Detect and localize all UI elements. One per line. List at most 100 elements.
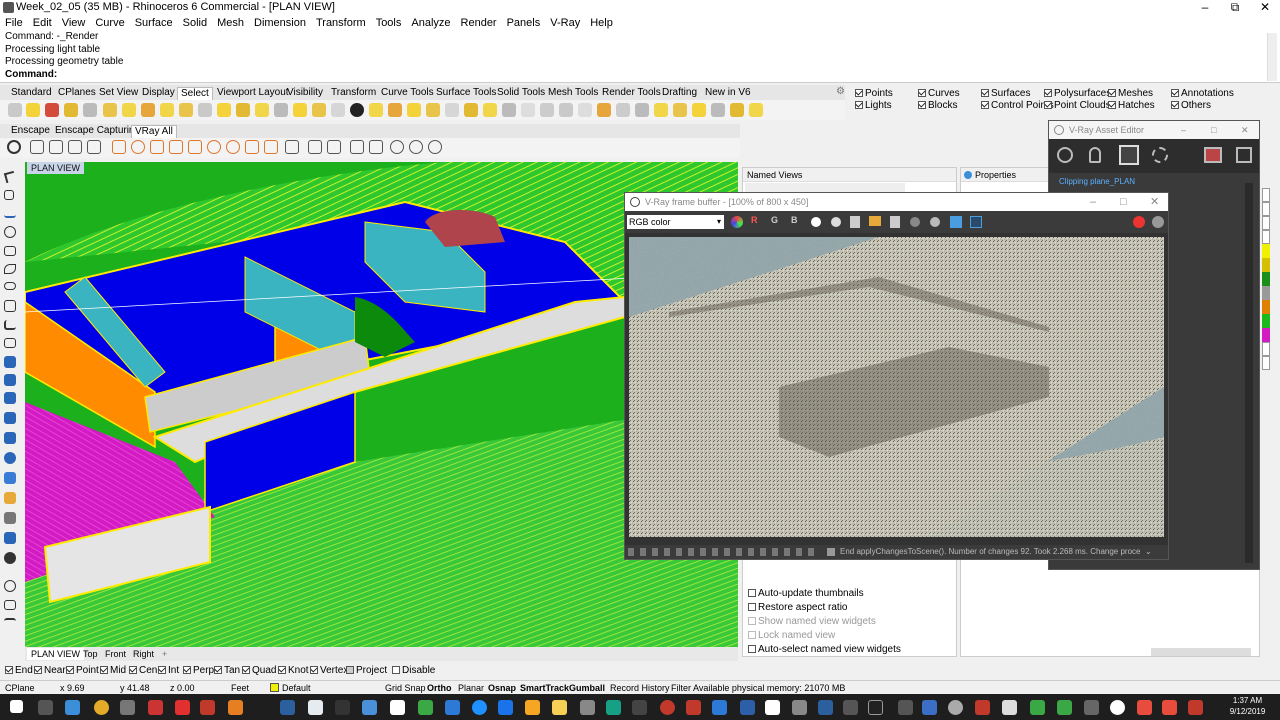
- loft-icon[interactable]: [4, 392, 16, 404]
- maximize-button[interactable]: □: [1120, 193, 1127, 211]
- alpha-icon[interactable]: [811, 217, 821, 227]
- tab-drafting[interactable]: Drafting: [659, 87, 700, 100]
- checkbox[interactable]: [242, 666, 250, 674]
- app-icon[interactable]: [418, 700, 433, 715]
- menu-file[interactable]: File: [0, 15, 28, 31]
- osnap-disable[interactable]: Disable: [392, 665, 435, 677]
- select-torus-icon[interactable]: [426, 103, 440, 117]
- checkbox[interactable]: [918, 89, 926, 97]
- red-channel-button[interactable]: R: [751, 215, 758, 225]
- ellipse-icon[interactable]: [4, 282, 16, 290]
- horizontal-scrollbar[interactable]: [1151, 648, 1251, 656]
- color-swatch[interactable]: [1262, 244, 1270, 258]
- text-icon[interactable]: [4, 618, 16, 628]
- select-color-icon[interactable]: [597, 103, 611, 117]
- point-icon[interactable]: [4, 190, 14, 200]
- tab-visibility[interactable]: Visibility: [284, 87, 326, 100]
- app-icon[interactable]: [335, 700, 350, 715]
- select-name-icon[interactable]: [635, 103, 649, 117]
- checkbox[interactable]: [346, 666, 354, 674]
- select-planar-icon[interactable]: [274, 103, 288, 117]
- render-elements-icon[interactable]: [1204, 147, 1222, 163]
- osnap-vertex[interactable]: Vertex: [310, 665, 348, 677]
- taskview-icon[interactable]: [38, 700, 53, 715]
- filter-hatches[interactable]: Hatches: [1108, 100, 1155, 112]
- lights-icon[interactable]: [1089, 147, 1101, 163]
- revit-icon[interactable]: [280, 700, 295, 715]
- tab-front[interactable]: Front: [101, 648, 130, 660]
- osnap-tan[interactable]: Tan: [214, 665, 240, 677]
- select-polysurfaces-icon[interactable]: [83, 103, 97, 117]
- checkbox[interactable]: [748, 603, 756, 611]
- filter-polysurfaces[interactable]: Polysurfaces: [1044, 88, 1111, 100]
- close-button[interactable]: ✕: [1150, 193, 1159, 211]
- app-icon[interactable]: [120, 700, 135, 715]
- select-annotations-icon[interactable]: [160, 103, 174, 117]
- cloud-render-icon[interactable]: [87, 140, 101, 154]
- asset-item[interactable]: Clipping plane_PLAN: [1059, 177, 1135, 186]
- app-icon[interactable]: [975, 700, 990, 715]
- cylinder-icon[interactable]: [4, 432, 16, 444]
- app-icon[interactable]: [445, 700, 460, 715]
- checkbox[interactable]: [1108, 101, 1116, 109]
- tab-select[interactable]: Select: [177, 87, 213, 100]
- select-cylinder-icon[interactable]: [445, 103, 459, 117]
- select-arcs-icon[interactable]: [331, 103, 345, 117]
- smarttrack-toggle[interactable]: SmartTrack: [520, 682, 569, 694]
- compare-icon[interactable]: [970, 216, 982, 228]
- tab-solid-tools[interactable]: Solid Tools: [494, 87, 548, 100]
- select-extrusion-icon[interactable]: [464, 103, 478, 117]
- menu-transform[interactable]: Transform: [311, 15, 371, 31]
- offset-icon[interactable]: [4, 338, 16, 348]
- menu-solid[interactable]: Solid: [178, 15, 212, 31]
- chrome-icon[interactable]: [94, 700, 109, 715]
- checkbox[interactable]: [748, 645, 756, 653]
- menu-tools[interactable]: Tools: [371, 15, 407, 31]
- fillet-icon[interactable]: [4, 320, 16, 330]
- geometry-icon[interactable]: [1119, 145, 1139, 165]
- select-history-icon[interactable]: [711, 103, 725, 117]
- lens-icon[interactable]: [930, 217, 940, 227]
- tab-mesh-tools[interactable]: Mesh Tools: [545, 87, 601, 100]
- viewport-label[interactable]: PLAN VIEW: [27, 162, 85, 174]
- select-children-icon[interactable]: [730, 103, 744, 117]
- current-layer[interactable]: Default: [282, 682, 311, 694]
- color-swatch[interactable]: [1262, 314, 1270, 328]
- proxy-import-icon[interactable]: [327, 140, 341, 154]
- blue-channel-button[interactable]: B: [791, 215, 798, 225]
- planar-toggle[interactable]: Planar: [458, 682, 484, 694]
- units-label[interactable]: Feet: [231, 682, 249, 694]
- checkbox[interactable]: [5, 666, 13, 674]
- clock-date[interactable]: 9/12/2019: [1225, 707, 1270, 716]
- osnap-knot[interactable]: Knot: [278, 665, 309, 677]
- app-icon[interactable]: [606, 700, 621, 715]
- filter-annotations[interactable]: Annotations: [1171, 88, 1234, 100]
- select-all-icon[interactable]: [8, 103, 22, 117]
- track-mouse-icon[interactable]: [910, 217, 920, 227]
- clock-time[interactable]: 1:37 AM: [1225, 696, 1270, 705]
- load-icon[interactable]: [869, 216, 881, 226]
- tab-vray-all[interactable]: VRay All: [131, 125, 177, 138]
- menu-edit[interactable]: Edit: [28, 15, 57, 31]
- app-icon[interactable]: [818, 700, 833, 715]
- checkbox[interactable]: [278, 666, 286, 674]
- checkbox[interactable]: [214, 666, 222, 674]
- green-channel-button[interactable]: G: [771, 215, 778, 225]
- select-curves-icon[interactable]: [26, 103, 40, 117]
- checkbox[interactable]: [981, 89, 989, 97]
- menu-analyze[interactable]: Analyze: [406, 15, 455, 31]
- materials-icon[interactable]: [1057, 147, 1073, 163]
- filter-point-clouds[interactable]: Point Clouds: [1044, 100, 1111, 112]
- command-prompt[interactable]: Command:: [0, 69, 1280, 82]
- line-icon[interactable]: [4, 208, 16, 218]
- fur-icon[interactable]: [350, 140, 364, 154]
- tab-cplanes[interactable]: CPlanes: [55, 87, 99, 100]
- checkbox[interactable]: [183, 666, 191, 674]
- tab-set-view[interactable]: Set View: [96, 87, 141, 100]
- select-spheres-icon[interactable]: [350, 103, 364, 117]
- checkbox[interactable]: [34, 666, 42, 674]
- menu-render[interactable]: Render: [456, 15, 502, 31]
- option-auto-update[interactable]: Auto-update thumbnails: [748, 588, 864, 600]
- interactive-render-icon[interactable]: [68, 140, 82, 154]
- scene-import-icon[interactable]: [409, 140, 423, 154]
